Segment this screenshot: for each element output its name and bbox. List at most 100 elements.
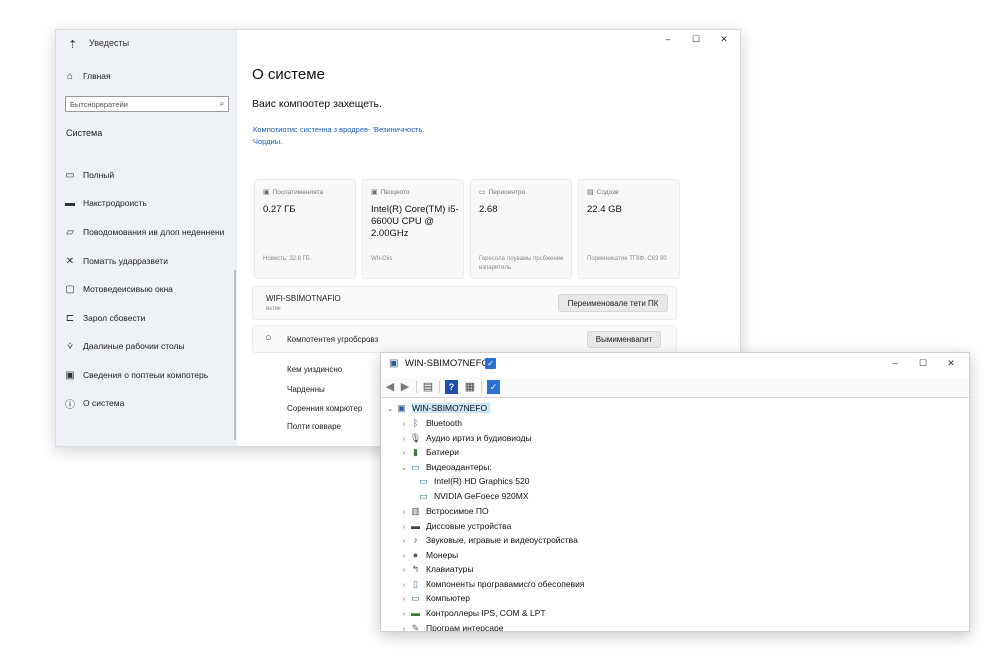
properties-icon[interactable]: ▤ xyxy=(421,380,435,394)
tree-item-label: Аудио иртиз и будиовиоды xyxy=(426,433,532,443)
collapse-icon[interactable]: ⌄ xyxy=(399,463,409,472)
tree-item-audio-inputs[interactable]: › 🎙 Аудио иртиз и будиовиоды xyxy=(399,431,532,445)
sidebar-item-notifications[interactable]: ▱ Поводомования ив длоп неденнени xyxy=(64,222,224,242)
card-label: Пвоцеото xyxy=(380,189,410,196)
related-link-2[interactable]: Чарденны xyxy=(287,385,325,394)
scan-icon[interactable]: ✓ xyxy=(487,380,500,394)
spec-card-processor: ▣ Пвоцеото Intel(R) Core(TM) i5-6600U CPU… xyxy=(362,179,464,279)
gpu-icon: ▭ xyxy=(419,490,428,501)
close-button[interactable]: ✕ xyxy=(710,34,738,45)
tree-item-computer[interactable]: › ▭ Компьютер xyxy=(399,591,470,605)
help-icon[interactable]: ? xyxy=(445,380,458,394)
tree-item-bluetooth[interactable]: › ᛒ Bluetooth xyxy=(399,416,462,430)
power-icon: ▢ xyxy=(65,283,75,295)
sidebar-item-label: Накстродроисть xyxy=(83,198,147,208)
forward-icon[interactable]: ▶ xyxy=(398,380,412,394)
sidebar-item-display[interactable]: ▭ Полный xyxy=(64,165,114,185)
toolbar-separator xyxy=(481,381,482,393)
sidebar-item-about[interactable]: ⓘ О система xyxy=(64,393,124,413)
tree-item-sound-video[interactable]: › ♪ Звуковые, игравые и видеоустройства xyxy=(399,533,578,547)
card-label: Периоинтро xyxy=(488,189,526,196)
tree-child-intel-gpu[interactable]: ▭ Intel(R) HD Graphics 520 xyxy=(417,474,529,488)
tree-item-interfaces[interactable]: › ✎ Програм интерсаре xyxy=(399,621,504,632)
sidebar-scrollbar[interactable] xyxy=(234,270,236,440)
back-icon[interactable]: ◀ xyxy=(383,380,397,394)
sidebar-item-label: Поматть ударразвети xyxy=(83,256,168,266)
expand-icon[interactable]: › xyxy=(399,419,409,428)
device-manager-label: Компотентея угробсровз xyxy=(287,335,379,344)
expand-icon[interactable]: › xyxy=(399,609,409,618)
sidebar-item-sound[interactable]: ▬ Накстродроисть xyxy=(64,193,147,213)
sidebar-item-focus-assist[interactable]: ✕ Поматть ударразвети xyxy=(64,251,168,271)
expand-icon[interactable]: › xyxy=(399,448,409,457)
sidebar-item-projecting[interactable]: ▣ Сведения о поптеыи компотерь xyxy=(64,365,208,385)
expand-icon[interactable]: › xyxy=(399,594,409,603)
bluetooth-icon: ᛒ xyxy=(412,418,419,428)
card-note: Горесола лоувамы прсбжение изпаритиль xyxy=(479,256,564,271)
tree-item-keyboards[interactable]: › ↰ Клавиатуры xyxy=(399,562,474,576)
search-input[interactable]: Бытснорвратейи ⌕ xyxy=(65,96,229,112)
sidebar-item-storage[interactable]: ⊏ Зарол сбовести xyxy=(64,308,146,328)
sidebar-item-label: Поводомования ив длоп неденнени xyxy=(83,227,225,237)
tree-root[interactable]: ⌄ ▣ WIN-SBIMO7NEFO xyxy=(385,401,491,415)
minimize-button[interactable]: – xyxy=(654,34,682,45)
card-label: Поспатименията xyxy=(272,189,324,196)
expand-icon[interactable]: › xyxy=(399,565,409,574)
tree-item-monitors[interactable]: › ● Монеры xyxy=(399,548,458,562)
rename-pc-button[interactable]: Переименовале тети ПК xyxy=(558,294,668,312)
close-button[interactable]: ✕ xyxy=(937,358,965,369)
expand-icon[interactable]: › xyxy=(399,551,409,560)
expand-icon[interactable]: › xyxy=(399,536,409,545)
expand-icon[interactable]: › xyxy=(399,624,409,632)
tree-item-batteries[interactable]: › ▮ Батиери xyxy=(399,445,459,459)
security-link[interactable]: Компотиотис систенна з вродрев- 'Везинич… xyxy=(253,125,424,134)
open-device-manager-button[interactable]: Вымименвапит xyxy=(587,331,661,348)
expand-icon[interactable]: › xyxy=(399,507,409,516)
tree-item-port-controllers[interactable]: › ▬ Контроллеры IPS, COM & LPT xyxy=(399,606,546,620)
display-icon: ▭ xyxy=(65,169,75,181)
spec-card-graphics: ▭ Периоинтро 2.68 Горесола лоувамы прсбже… xyxy=(470,179,572,279)
toolbar: ◀ ▶ ▤ ? ▦ ✓ xyxy=(381,377,969,398)
card-value: 2.68 xyxy=(479,204,498,215)
maximize-button[interactable]: ☐ xyxy=(682,34,710,45)
tree-item-software-components[interactable]: › ▯ Компоненты програвамисго обесопевия xyxy=(399,577,585,591)
maximize-button[interactable]: ☐ xyxy=(909,358,937,369)
view-icon[interactable]: ▦ xyxy=(463,380,477,394)
device-name-row: WIFI-SBIMOTNAFIO вктик Переименовале тет… xyxy=(252,286,677,320)
page-title: О системе xyxy=(252,66,325,83)
collapse-icon[interactable]: ⌄ xyxy=(385,404,395,413)
window-title: WIN-SBIMO7NEFO xyxy=(405,358,489,369)
port-icon: ▬ xyxy=(411,608,420,618)
tree-item-firmware[interactable]: › ▥ Встросимое ПО xyxy=(399,504,489,518)
window-controls: – ☐ ✕ xyxy=(654,34,738,45)
details-link[interactable]: Чордиы. xyxy=(253,137,282,146)
tree-item-display-adapters[interactable]: ⌄ ▭ Видеоадантеры: xyxy=(399,460,492,474)
sidebar-item-power[interactable]: ▢ Мотоведеисивыю окна xyxy=(64,279,173,299)
protection-status: Ваис компоотер захещеть. xyxy=(252,98,382,110)
related-link-3[interactable]: Соренния комрютер xyxy=(287,404,362,413)
tree-item-label: Програм интерсаре xyxy=(426,623,504,632)
expand-icon[interactable]: › xyxy=(399,434,409,443)
display-adapter-icon: ▭ xyxy=(411,461,420,472)
back-arrow-icon[interactable]: ⇡ xyxy=(68,38,77,51)
expand-icon[interactable]: › xyxy=(399,580,409,589)
window-controls: – ☐ ✕ xyxy=(881,358,965,369)
device-manager-window: ▣ WIN-SBIMO7NEFO ✓ – ☐ ✕ ◀ ▶ ▤ ? ▦ ✓ ⌄ ▣… xyxy=(380,352,970,632)
tree-item-disk-drives[interactable]: › ▬ Диссовые устройства xyxy=(399,519,512,533)
sidebar-item-home[interactable]: ⌂ Глвная xyxy=(64,66,111,86)
sidebar-item-multitasking[interactable]: ⩒ Даалиные рабочии столы xyxy=(64,336,185,356)
related-link-1[interactable]: Кем уиздинсно xyxy=(287,365,342,374)
tree-child-nvidia-gpu[interactable]: ▭ NVIDIA GeFoece 920MX xyxy=(417,489,528,503)
disk-icon: ▬ xyxy=(411,521,420,531)
card-note: WII-Oiis xyxy=(371,256,393,262)
card-value: Intel(R) Core(TM) i5-6600U CPU @ 2.00GHz xyxy=(371,204,459,239)
related-link-4[interactable]: Полти говваре xyxy=(287,422,341,431)
settings-sidebar: ⇡ Уведесты ⌂ Глвная Бытснорвратейи ⌕ Сис… xyxy=(56,30,237,446)
expand-icon[interactable]: › xyxy=(399,522,409,531)
multitasking-icon: ⩒ xyxy=(66,340,74,352)
search-placeholder: Бытснорвратейи xyxy=(70,99,128,109)
sidebar-section-heading: Система xyxy=(66,128,103,138)
keyboard-icon: ↰ xyxy=(411,563,420,574)
minimize-button[interactable]: – xyxy=(881,358,909,369)
memory-icon: ▣ xyxy=(263,189,270,196)
